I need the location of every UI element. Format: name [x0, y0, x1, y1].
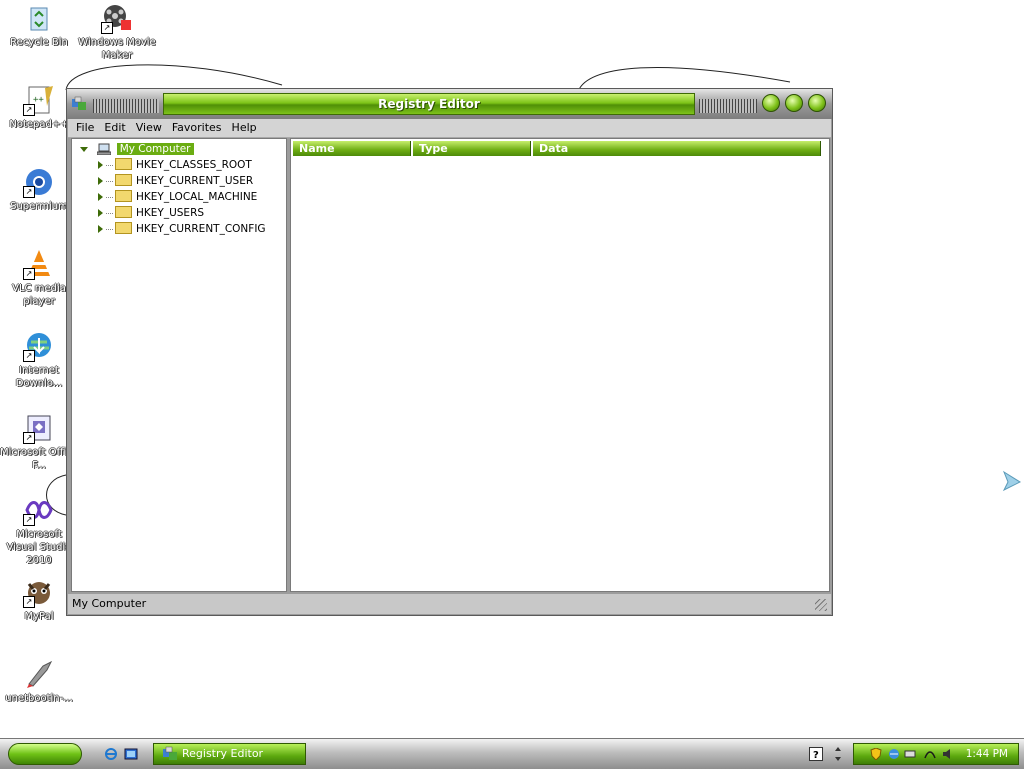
internet-download-icon: ↗ [23, 330, 55, 362]
tree-root-label: My Computer [116, 143, 194, 155]
taskbar-button-registry-editor[interactable]: Registry Editor [153, 743, 306, 765]
tree-item-hkey-current-config[interactable]: HKEY_CURRENT_CONFIG [98, 221, 266, 237]
shortcut-arrow-icon: ↗ [23, 268, 35, 280]
internet-explorer-icon[interactable] [104, 747, 118, 761]
office-icon: ↗ [23, 412, 55, 444]
tree-root-my-computer[interactable]: My Computer [80, 141, 194, 157]
shortcut-arrow-icon: ↗ [23, 432, 35, 444]
desktop-icon-unetbootin[interactable]: unetbootin-... [0, 658, 78, 705]
supermium-icon: ↗ [23, 166, 55, 198]
tree-connector [106, 164, 113, 166]
cursor-arrow-icon [1002, 470, 1022, 492]
tree-item-hkey-classes-root[interactable]: HKEY_CLASSES_ROOT [98, 157, 252, 173]
connection-icon[interactable] [924, 748, 936, 760]
resize-grip-icon[interactable] [815, 599, 827, 611]
folder-icon [115, 222, 132, 234]
tree-connector [106, 180, 113, 182]
desktop-icon-label: Windows Movie Maker [78, 37, 156, 61]
visual-studio-icon: ↗ [23, 494, 55, 526]
security-shield-icon[interactable] [870, 748, 882, 760]
registry-editor-app-icon [163, 746, 177, 760]
menu-file[interactable]: File [68, 119, 99, 137]
tree-connector [106, 228, 113, 230]
tree-item-label: HKEY_CLASSES_ROOT [136, 159, 252, 171]
window-title: Registry Editor [163, 93, 695, 115]
registry-tree-pane[interactable]: My Computer HKEY_CLASSES_ROOT HKEY_CURRE… [71, 138, 287, 592]
desktop-icon-movie-maker[interactable]: ↗ Windows Movie Maker [78, 2, 156, 62]
registry-editor-window: Registry Editor File Edit View Favorites Hel… [66, 88, 833, 616]
minimize-button[interactable] [762, 94, 780, 112]
menu-edit[interactable]: Edit [99, 119, 130, 137]
menu-help[interactable]: Help [227, 119, 262, 137]
show-desktop-icon[interactable] [124, 747, 138, 761]
collapse-arrow-icon[interactable] [80, 146, 88, 152]
tree-item-hkey-current-user[interactable]: HKEY_CURRENT_USER [98, 173, 253, 189]
device-icon[interactable] [904, 748, 916, 760]
tree-item-label: HKEY_LOCAL_MACHINE [136, 191, 258, 203]
expand-arrow-icon[interactable] [98, 177, 103, 185]
column-header-data[interactable]: Data [533, 141, 821, 156]
title-bar[interactable]: Registry Editor [67, 89, 832, 119]
title-grille-left [93, 99, 159, 113]
tree-item-label: HKEY_CURRENT_CONFIG [136, 223, 266, 235]
maximize-button[interactable] [785, 94, 803, 112]
desktop-icon-recycle-bin[interactable]: Recycle Bin [0, 2, 78, 49]
movie-maker-icon: ↗ [101, 2, 133, 34]
title-grille-right [699, 99, 757, 113]
mypal-icon: ↗ [23, 576, 55, 608]
folder-icon [115, 190, 132, 202]
desktop-icon-label: Recycle Bin [10, 37, 68, 48]
shortcut-arrow-icon: ↗ [23, 596, 35, 608]
vlc-icon: ↗ [23, 248, 55, 280]
network-icon[interactable] [888, 748, 900, 760]
tree-item-hkey-users[interactable]: HKEY_USERS [98, 205, 204, 221]
scroll-arrows-icon[interactable] [834, 745, 842, 763]
shortcut-arrow-icon: ↗ [23, 186, 35, 198]
svg-text:?: ? [813, 750, 819, 761]
registry-values-pane[interactable]: Name Type Data [290, 138, 830, 592]
close-button[interactable] [808, 94, 826, 112]
menu-bar: File Edit View Favorites Help [68, 119, 831, 138]
taskbar-button-label: Registry Editor [182, 747, 264, 760]
recycle-bin-icon [23, 2, 55, 34]
tree-connector [106, 196, 113, 198]
tree-item-hkey-local-machine[interactable]: HKEY_LOCAL_MACHINE [98, 189, 257, 205]
folder-icon [115, 158, 132, 170]
menu-favorites[interactable]: Favorites [167, 119, 227, 137]
expand-arrow-icon[interactable] [98, 209, 103, 217]
menu-view[interactable]: View [131, 119, 167, 137]
expand-arrow-icon[interactable] [98, 193, 103, 201]
notepad-plus-icon: ++ ↗ [23, 84, 55, 116]
shortcut-arrow-icon: ↗ [23, 350, 35, 362]
help-icon[interactable]: ? [809, 747, 823, 761]
status-text: My Computer [72, 597, 147, 610]
desktop-icon-label: unetbootin-... [5, 693, 73, 704]
computer-icon [96, 143, 112, 156]
column-header-type[interactable]: Type [413, 141, 531, 156]
tree-item-label: HKEY_USERS [136, 207, 205, 219]
folder-icon [115, 206, 132, 218]
unetbootin-icon [23, 658, 55, 690]
expand-arrow-icon[interactable] [98, 161, 103, 169]
expand-arrow-icon[interactable] [98, 225, 103, 233]
shortcut-arrow-icon: ↗ [23, 514, 35, 526]
start-button[interactable] [8, 743, 82, 765]
tree-connector [106, 212, 113, 214]
system-tray: 1:44 PM [853, 743, 1019, 765]
registry-editor-app-icon [72, 96, 86, 110]
volume-icon[interactable] [942, 748, 954, 760]
status-bar: My Computer [68, 594, 831, 614]
shortcut-arrow-icon: ↗ [101, 22, 113, 34]
column-header-name[interactable]: Name [293, 141, 411, 156]
taskbar-clock[interactable]: 1:44 PM [966, 744, 1008, 764]
folder-icon [115, 174, 132, 186]
taskbar: Registry Editor ? 1:44 PM [0, 738, 1024, 769]
tree-item-label: HKEY_CURRENT_USER [136, 175, 254, 187]
shortcut-arrow-icon: ↗ [23, 104, 35, 116]
